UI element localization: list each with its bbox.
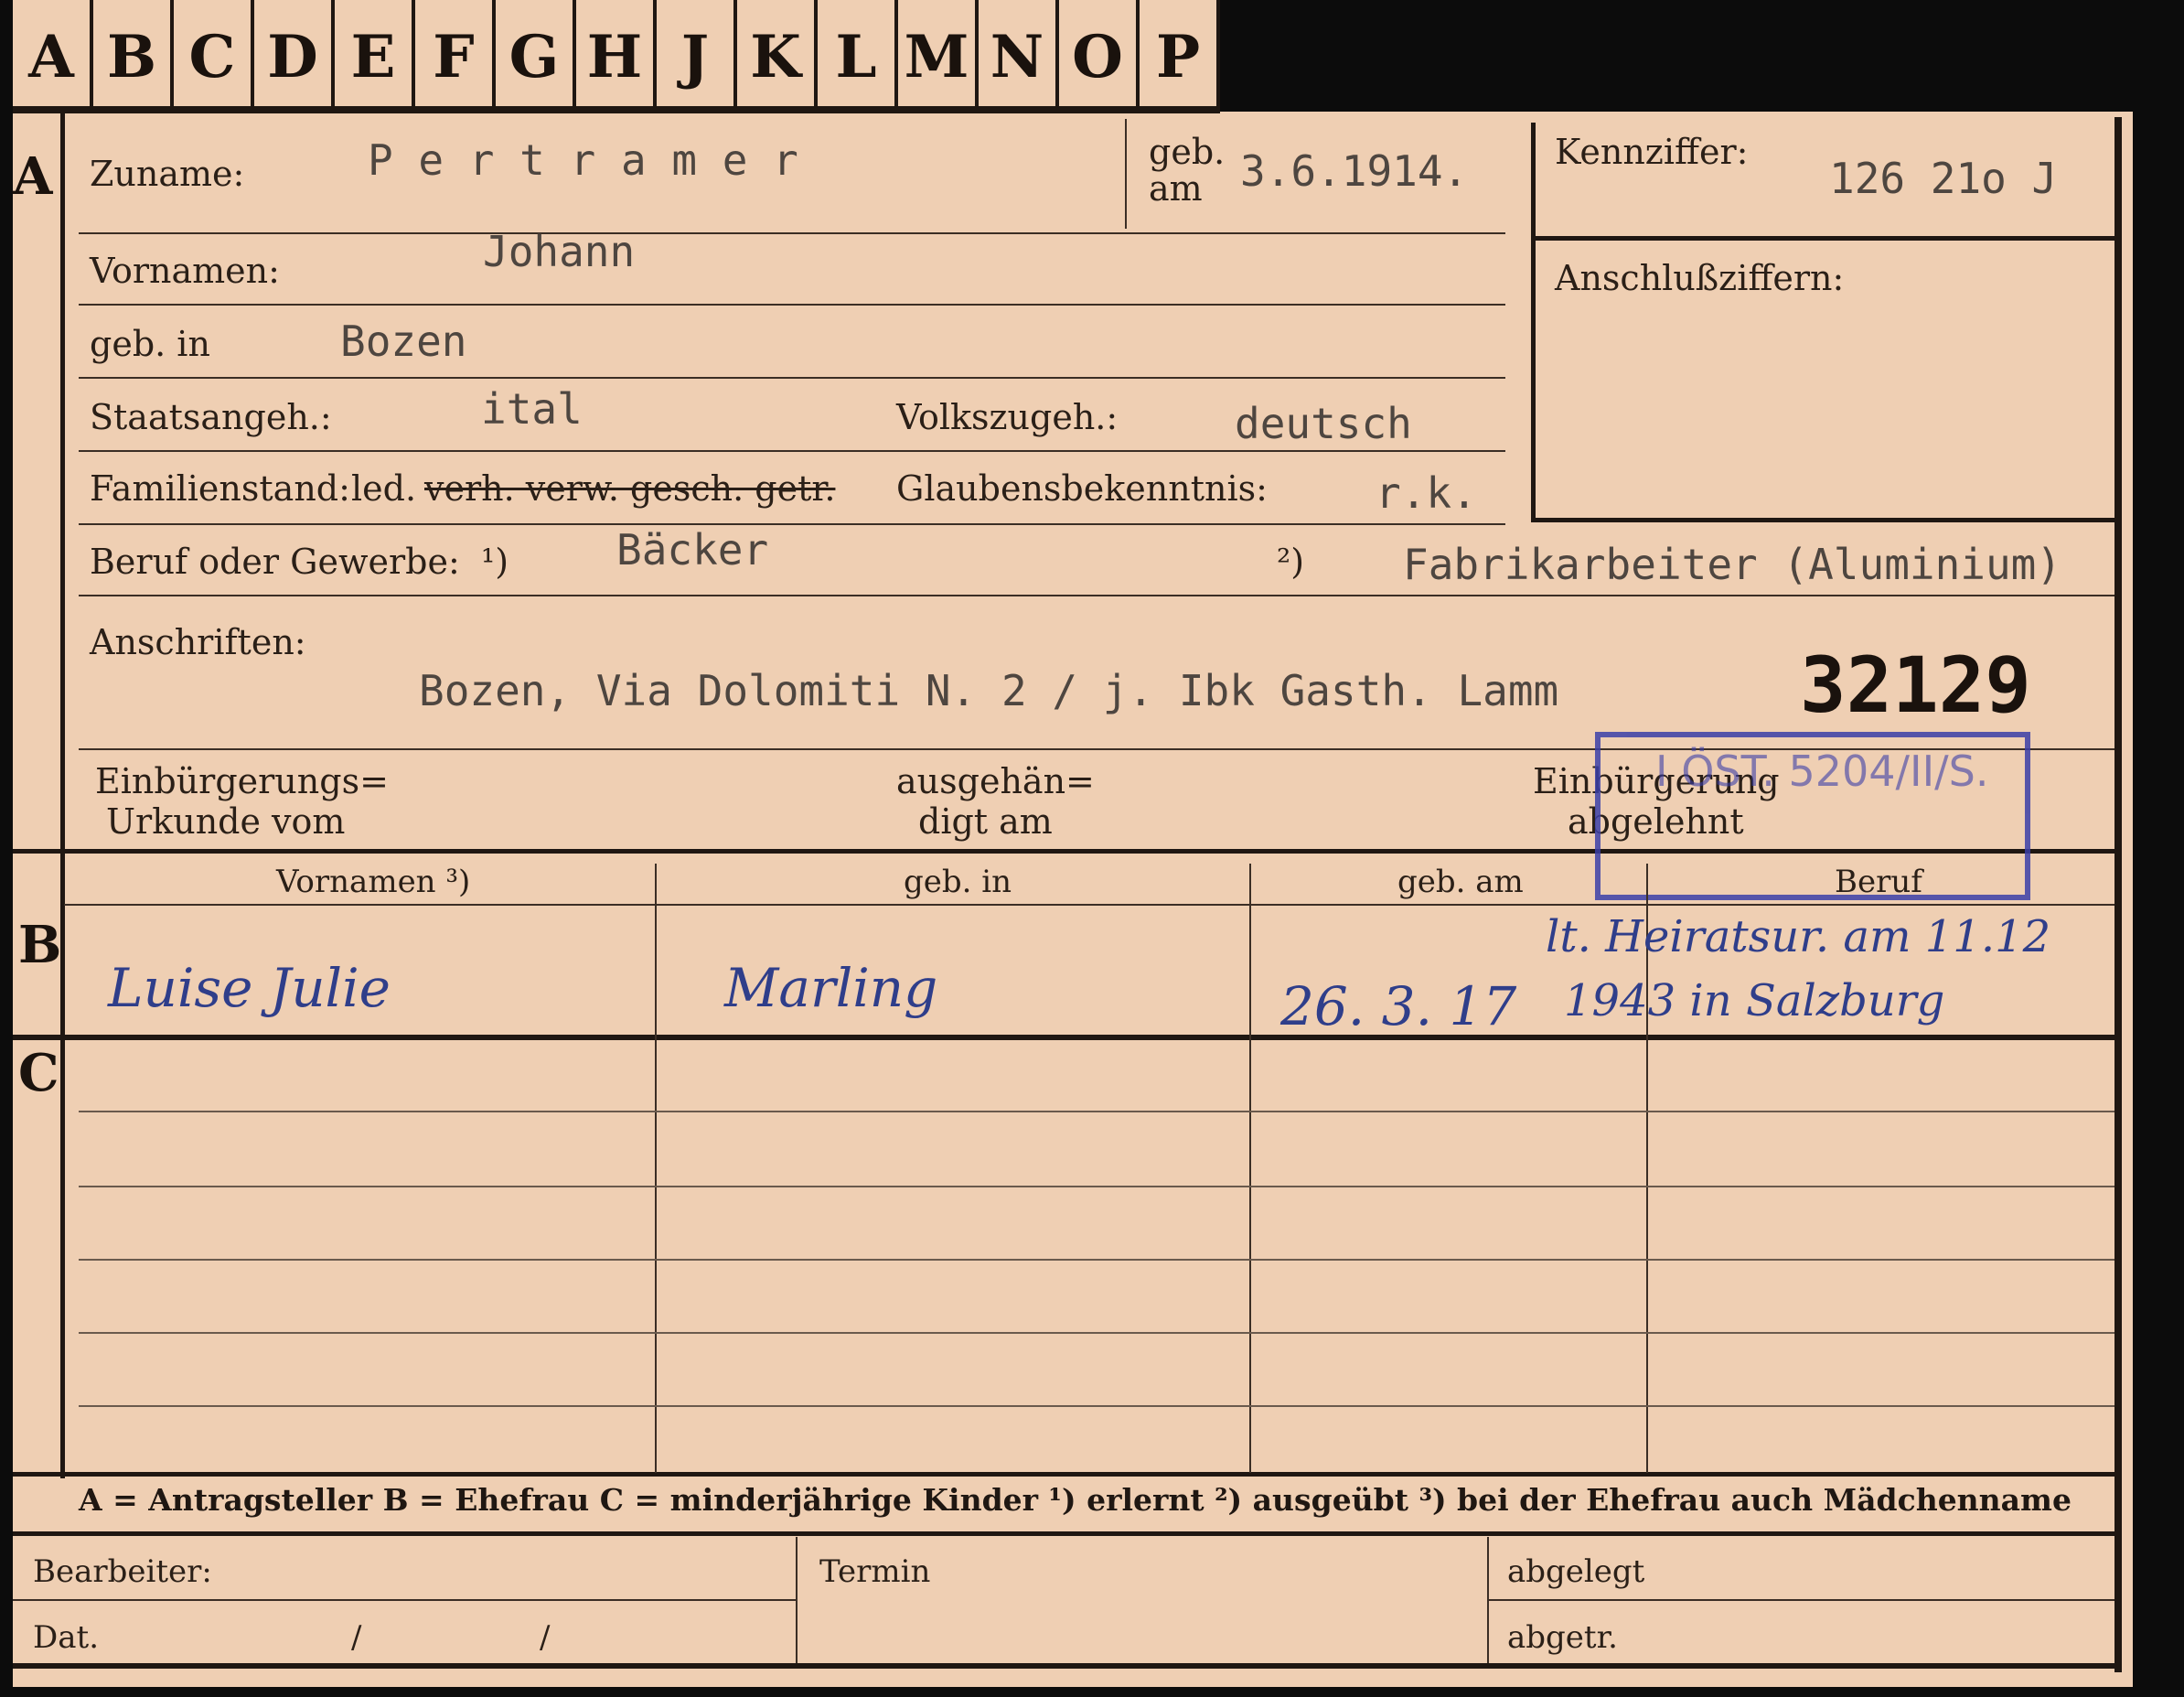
rejection-stamp: I ÖST. 5204/II/S.	[1595, 732, 2030, 900]
ref-box-left-rule	[1531, 123, 1536, 521]
removed-label: abgetr.	[1507, 1619, 1618, 1656]
ethnicity-value: deutsch	[1235, 399, 1412, 448]
birthplace-value: Bozen	[340, 317, 467, 366]
column-header: Beruf	[1835, 864, 1922, 900]
column-header: geb. in	[904, 864, 1012, 900]
wife-first-names: Luise Julie	[108, 957, 391, 1019]
table-header-rule	[64, 904, 2114, 906]
filed-label: abgelegt	[1507, 1553, 1645, 1590]
tab-letter: E	[335, 0, 415, 113]
child-row-rule	[79, 1405, 2114, 1407]
marital-status-selected: led.	[351, 468, 417, 509]
marital-status-label: Familienstand:	[90, 468, 350, 509]
wife-marriage-note: 1943 in Salzburg	[1564, 975, 1945, 1026]
child-row-rule	[79, 1332, 2114, 1334]
surname-value: P e r t r a m e r	[368, 135, 798, 185]
stamp-text: I ÖST. 5204/II/S.	[1655, 746, 1989, 796]
ethnicity-label: Volkszugeh.:	[896, 397, 1119, 437]
ref-box-divider	[1531, 236, 2114, 241]
ref-box-bottom-rule	[1531, 518, 2114, 522]
section-letter-c: C	[18, 1043, 59, 1103]
section-b-c-rule	[13, 1035, 2122, 1040]
born-on-label: geb.	[1149, 132, 1226, 172]
date-separator: /	[540, 1619, 551, 1656]
tab-letter: L	[818, 0, 898, 113]
footer-row-rule	[13, 1599, 796, 1601]
row-rule	[79, 232, 1505, 234]
occupation-learned-value: Bäcker	[616, 525, 769, 575]
left-frame-rule	[60, 113, 65, 1478]
tab-letter: D	[254, 0, 335, 113]
column-rule	[655, 864, 657, 1473]
alphabet-tab-strip: A B C D E F G H J K L M N O P	[13, 0, 1220, 113]
birthplace-label: geb. in	[90, 324, 210, 364]
wife-birthdate: 26. 3. 17	[1280, 975, 1517, 1037]
column-header: geb. am	[1397, 864, 1524, 900]
related-ids-label: Anschlußziffern:	[1555, 258, 1845, 298]
tab-letter: B	[93, 0, 174, 113]
column-rule	[1249, 864, 1251, 1473]
child-row-rule	[79, 1259, 2114, 1261]
section-letter-b: B	[18, 915, 62, 975]
marital-status-struck: verh. verw. gesch. getr.	[424, 468, 836, 509]
date-label: Dat.	[33, 1619, 100, 1656]
right-frame-rule	[2114, 117, 2122, 1672]
footnote-mark: ¹)	[481, 542, 509, 582]
wife-marriage-note: lt. Heiratsur. am 11.12	[1546, 911, 2051, 962]
row-rule	[79, 595, 2114, 596]
child-row-rule	[79, 1186, 2114, 1187]
citizenship-value: ital	[481, 384, 583, 434]
row-rule	[79, 450, 1505, 452]
row-rule	[79, 523, 1505, 525]
tab-letter: G	[496, 0, 576, 113]
child-row-rule	[79, 1111, 2114, 1112]
born-on-value: 3.6.1914.	[1240, 146, 1469, 196]
row-rule	[79, 304, 1505, 306]
reference-id-value: 126 21o J	[1829, 154, 2058, 203]
clerk-label: Bearbeiter:	[33, 1553, 212, 1590]
religion-value: r.k.	[1376, 468, 1477, 518]
tab-letter: K	[737, 0, 818, 113]
first-names-value: Johann	[483, 227, 636, 276]
legend-top-rule	[13, 1472, 2122, 1477]
religion-label: Glaubensbekenntnis:	[896, 468, 1268, 509]
naturalization-cert-label: Urkunde vom	[106, 801, 346, 842]
legend: A = Antragsteller B = Ehefrau C = minder…	[79, 1482, 2072, 1518]
born-on-divider	[1125, 119, 1127, 229]
tab-letter: A	[13, 0, 93, 113]
card-bottom-rule	[13, 1663, 2122, 1669]
reference-id-label: Kennziffer:	[1555, 132, 1749, 172]
tab-letter: H	[576, 0, 657, 113]
tab-letter: O	[1059, 0, 1140, 113]
occupation-practised-value: Fabrikarbeiter (Aluminium)	[1403, 540, 2062, 589]
legend-bottom-rule	[13, 1531, 2122, 1536]
occupation-label: Beruf oder Gewerbe:	[90, 542, 460, 582]
column-header: Vornamen ³)	[276, 864, 471, 900]
footer-row-rule	[1487, 1599, 2114, 1601]
tab-strip-rule	[13, 106, 1220, 113]
tab-letter: N	[979, 0, 1059, 113]
addresses-label: Anschriften:	[90, 622, 306, 662]
issued-label: digt am	[918, 801, 1053, 842]
citizenship-label: Staatsangeh.:	[90, 397, 332, 437]
footnote-mark: ²)	[1277, 542, 1305, 582]
footer-column-rule	[796, 1537, 798, 1663]
tab-letter: P	[1140, 0, 1220, 113]
row-rule	[79, 377, 1505, 379]
issued-label: ausgehän=	[896, 761, 1095, 801]
tab-letter: M	[898, 0, 979, 113]
born-on-label: am	[1149, 168, 1203, 209]
deadline-label: Termin	[819, 1553, 931, 1590]
surname-label: Zuname:	[90, 154, 245, 194]
first-names-label: Vornamen:	[90, 251, 280, 291]
naturalization-cert-label: Einbürgerungs=	[95, 761, 389, 801]
tab-letter: F	[415, 0, 496, 113]
wife-birthplace: Marling	[724, 957, 938, 1019]
date-separator: /	[351, 1619, 362, 1656]
file-number: 32129	[1800, 640, 2031, 730]
address-value: Bozen, Via Dolomiti N. 2 / j. Ibk Gasth.…	[419, 666, 1559, 715]
section-letter-a: A	[13, 146, 53, 207]
tab-letter: C	[174, 0, 254, 113]
tab-letter: J	[657, 0, 737, 113]
